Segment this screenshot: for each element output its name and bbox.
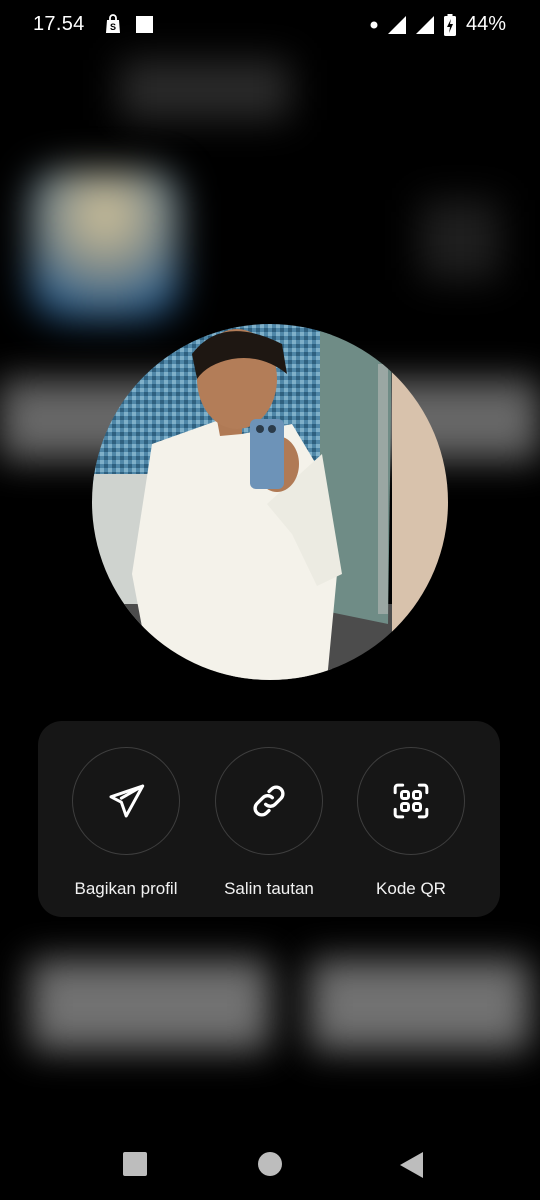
profile-photo [92,324,448,680]
back-icon[interactable] [398,1151,424,1179]
background-blur-block [420,200,500,280]
background-blur-thumbnail [30,170,180,320]
battery-charging-icon [443,13,456,36]
dot-icon [370,21,378,28]
svg-text:S: S [110,22,116,32]
share-profile-label: Bagikan profil [74,879,178,898]
shopping-bag-icon: S [106,14,120,33]
signal-icon [387,15,406,34]
qr-code-label: Kode QR [376,879,446,898]
qr-scan-icon [393,783,429,819]
qr-code-circle[interactable] [357,747,465,855]
status-bar: 17.54 S 44% [0,0,540,50]
status-time: 17.54 [33,13,85,35]
square-notification-icon [136,15,153,33]
background-blur-button [310,960,530,1050]
home-icon[interactable] [257,1151,283,1177]
profile-avatar [92,324,448,680]
share-profile-button[interactable]: Bagikan profil [56,747,196,899]
system-icons: 44% [370,13,506,36]
share-options-panel: Bagikan profil Salin tautan Kode QR [38,721,500,917]
copy-link-label: Salin tautan [224,879,314,898]
notification-icons: S [104,14,153,34]
recents-icon[interactable] [122,1151,148,1177]
link-icon [253,785,285,817]
background-blur-block [120,60,290,120]
background-blur-button [30,960,270,1050]
battery-percentage: 44% [465,13,506,35]
copy-link-circle[interactable] [215,747,323,855]
copy-link-button[interactable]: Salin tautan [199,747,339,899]
send-icon [109,784,145,818]
signal-icon [415,15,434,34]
qr-code-button[interactable]: Kode QR [341,747,481,899]
share-profile-circle[interactable] [72,747,180,855]
navigation-bar [0,1130,540,1200]
